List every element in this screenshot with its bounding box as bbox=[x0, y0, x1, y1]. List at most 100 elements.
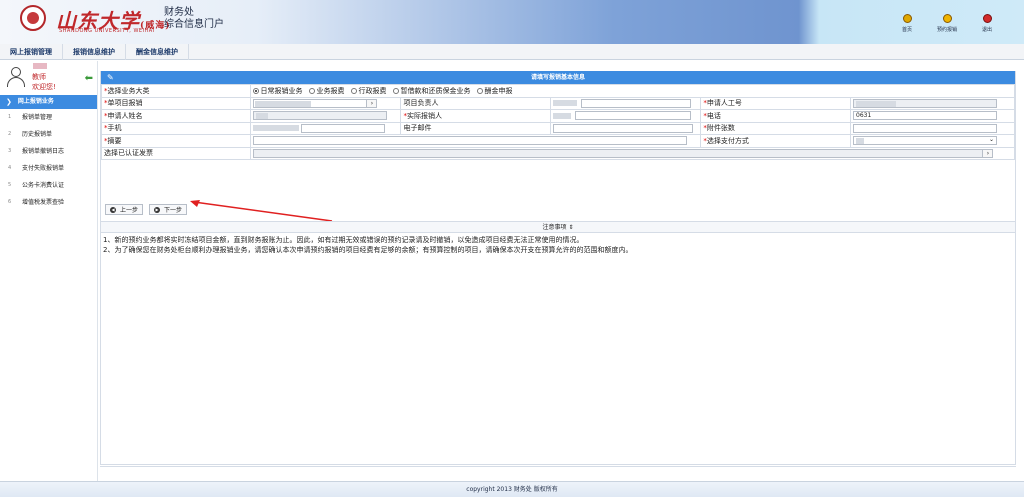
user-box: 教师 欢迎您! ⬅ bbox=[0, 61, 97, 95]
mobile-label-cell: *手机 bbox=[100, 121, 252, 135]
sidebar: 教师 欢迎您! ⬅ ❯ 网上报销业务 1 报销单管理 2 历史报销单 3 报销单… bbox=[0, 61, 98, 481]
attachments-label-cell: *附件张数 bbox=[700, 121, 852, 135]
summary-input[interactable] bbox=[253, 136, 688, 146]
user-name-redacted bbox=[33, 63, 47, 69]
business-type-radio-daily[interactable]: 日常报销业务 bbox=[253, 86, 302, 96]
nav-home-label: 首页 bbox=[901, 27, 912, 33]
main-menubar: 网上报销管理 报销信息维护 酬金信息维护 bbox=[0, 44, 1024, 60]
user-role: 教师 bbox=[32, 73, 46, 81]
form-panel-header: ✎ 请填写报销基本信息 bbox=[101, 71, 1015, 84]
prev-step-label: 上一步 bbox=[120, 207, 139, 214]
university-seal-logo bbox=[20, 5, 46, 31]
attachments-input[interactable] bbox=[853, 123, 998, 133]
project-leader-input[interactable] bbox=[581, 98, 692, 108]
business-type-radio-business[interactable]: 业务报费 bbox=[309, 86, 344, 96]
form-row: 选择已认证发票 › bbox=[100, 146, 1015, 160]
menu-reimbursement-info[interactable]: 报销信息维护 bbox=[63, 44, 126, 60]
form-row: *摘要 *选择支付方式 ⌄ bbox=[100, 134, 1015, 148]
single-project-cell: › bbox=[250, 96, 402, 110]
menu-remuneration-info[interactable]: 酬金信息维护 bbox=[126, 44, 189, 60]
project-picker-button[interactable]: › bbox=[366, 99, 377, 107]
single-project-label-cell: *单项目报销 bbox=[100, 96, 252, 110]
actual-reimburser-input[interactable] bbox=[575, 111, 692, 121]
logo-en: SHANDONG UNIVERSITY, WEIHAI bbox=[59, 28, 155, 34]
sidebar-item-vat-check[interactable]: 6 增值税发票查验 bbox=[0, 194, 97, 211]
sidebar-item-num: 1 bbox=[8, 114, 12, 120]
sidebar-item-cancel-log[interactable]: 3 报销单撤销日志 bbox=[0, 143, 97, 160]
sidebar-item-card-auth[interactable]: 5 公务卡消费认证 bbox=[0, 177, 97, 194]
sidebar-item-history[interactable]: 2 历史报销单 bbox=[0, 126, 97, 143]
phone-label-cell: *电话 bbox=[700, 109, 852, 123]
form-row: *单项目报销 › 项目负责人 *申请人工号 bbox=[100, 96, 1015, 110]
note-line: 2、为了确保您在财务处柜台顺利办理报销业务，请您确认本次申请预约报销的项目经费有… bbox=[103, 246, 633, 254]
top-nav: 首页 预约报销 退出 bbox=[894, 14, 1000, 33]
sidebar-item-label: 历史报销单 bbox=[22, 131, 53, 138]
arrow-left-icon: ◀ bbox=[110, 206, 116, 213]
email-input[interactable] bbox=[553, 123, 694, 133]
form-row: *申请人姓名 *实际报销人 *电话 0631 bbox=[100, 109, 1015, 123]
invoice-picker-button[interactable]: › bbox=[982, 149, 993, 157]
business-type-radio-remuneration[interactable]: 酬金申报 bbox=[477, 86, 512, 96]
content-divider bbox=[100, 466, 1016, 467]
chevron-right-icon: ❯ bbox=[6, 98, 12, 106]
sidebar-item-num: 5 bbox=[8, 182, 12, 188]
payment-method-cell: ⌄ bbox=[850, 134, 1015, 148]
single-project-input[interactable]: › bbox=[253, 98, 378, 108]
applicant-name-cell bbox=[250, 109, 402, 123]
footer: copyright 2013 财务处 版权所有 bbox=[0, 481, 1024, 497]
phone-input[interactable]: 0631 bbox=[853, 111, 998, 121]
sidebar-item-num: 3 bbox=[8, 148, 12, 154]
next-step-label: 下一步 bbox=[164, 207, 183, 214]
sidebar-item-label: 公务卡消费认证 bbox=[22, 182, 65, 189]
nav-home-button[interactable]: 首页 bbox=[894, 14, 920, 33]
email-cell bbox=[550, 121, 702, 135]
sidebar-collapse-arrow-icon[interactable]: ⬅ bbox=[85, 73, 93, 84]
business-type-label-cell: *选择业务大类 bbox=[100, 84, 252, 98]
portal-title-line1: 财务处 bbox=[164, 7, 194, 18]
main-panel: ✎ 请填写报销基本信息 *选择业务大类 日常报销业务 业务报费 行政报费 暂借款… bbox=[100, 71, 1016, 465]
applicant-id-label-cell: *申请人工号 bbox=[700, 96, 852, 110]
attachments-cell bbox=[850, 121, 1015, 135]
business-type-options: 日常报销业务 业务报费 行政报费 暂借款和还质保金业务 酬金申报 bbox=[250, 84, 1015, 98]
payment-method-select[interactable]: ⌄ bbox=[853, 136, 998, 146]
sidebar-item-num: 2 bbox=[8, 131, 12, 137]
summary-cell bbox=[250, 134, 702, 148]
sidebar-item-num: 4 bbox=[8, 165, 12, 171]
certified-invoice-input[interactable]: › bbox=[253, 148, 994, 158]
applicant-name-label-cell: *申请人姓名 bbox=[100, 109, 252, 123]
applicant-id-cell bbox=[850, 96, 1015, 110]
notes-header[interactable]: 注意事项 ⇕ bbox=[101, 221, 1015, 233]
step-buttons: ◀ 上一步 ▶ 下一步 bbox=[105, 204, 188, 215]
header: 山东大学(威海) SHANDONG UNIVERSITY, WEIHAI 财务处… bbox=[0, 0, 1024, 44]
menu-online-reimbursement[interactable]: 网上报销管理 bbox=[0, 44, 63, 60]
business-type-radio-admin[interactable]: 行政报费 bbox=[351, 86, 386, 96]
project-leader-label-cell: 项目负责人 bbox=[400, 96, 552, 110]
sidebar-item-label: 增值税发票查验 bbox=[22, 199, 65, 206]
mobile-cell bbox=[250, 121, 402, 135]
nav-exit-label: 退出 bbox=[981, 27, 992, 33]
chevron-down-icon: ⌄ bbox=[988, 136, 995, 144]
nav-exit-button[interactable]: 退出 bbox=[974, 14, 1000, 33]
business-type-radio-loan[interactable]: 暂借款和还质保金业务 bbox=[393, 86, 470, 96]
form-row: *选择业务大类 日常报销业务 业务报费 行政报费 暂借款和还质保金业务 酬金申报 bbox=[100, 84, 1015, 98]
user-avatar-icon bbox=[6, 67, 26, 89]
arrow-right-icon: ▶ bbox=[154, 206, 161, 213]
sidebar-item-label: 支付失败报销单 bbox=[22, 165, 65, 172]
sidebar-item-label: 报销单撤销日志 bbox=[22, 148, 65, 155]
sidebar-section-label: 网上报销业务 bbox=[17, 98, 54, 105]
sidebar-item-reimbursement-manage[interactable]: 1 报销单管理 bbox=[0, 109, 97, 126]
form-title: 请填写报销基本信息 bbox=[530, 74, 585, 81]
mobile-input[interactable] bbox=[301, 123, 386, 133]
sidebar-section-online[interactable]: ❯ 网上报销业务 bbox=[0, 95, 97, 109]
applicant-id-input[interactable] bbox=[853, 98, 998, 108]
prev-step-button[interactable]: ◀ 上一步 bbox=[105, 204, 144, 215]
applicant-name-input[interactable] bbox=[253, 111, 388, 121]
nav-reserve-button[interactable]: 预约报销 bbox=[934, 14, 960, 33]
sidebar-item-payment-failed[interactable]: 4 支付失败报销单 bbox=[0, 160, 97, 177]
pencil-icon: ✎ bbox=[107, 73, 114, 82]
sidebar-item-num: 6 bbox=[8, 199, 12, 205]
exit-icon bbox=[982, 14, 992, 23]
note-line: 1、新的预约业务都将实时冻结项目金额，直到财务报账为止。因此，如有过期无效或错误… bbox=[103, 236, 584, 244]
next-step-button[interactable]: ▶ 下一步 bbox=[149, 204, 188, 215]
reimbursement-form: *选择业务大类 日常报销业务 业务报费 行政报费 暂借款和还质保金业务 酬金申报… bbox=[100, 84, 1015, 160]
